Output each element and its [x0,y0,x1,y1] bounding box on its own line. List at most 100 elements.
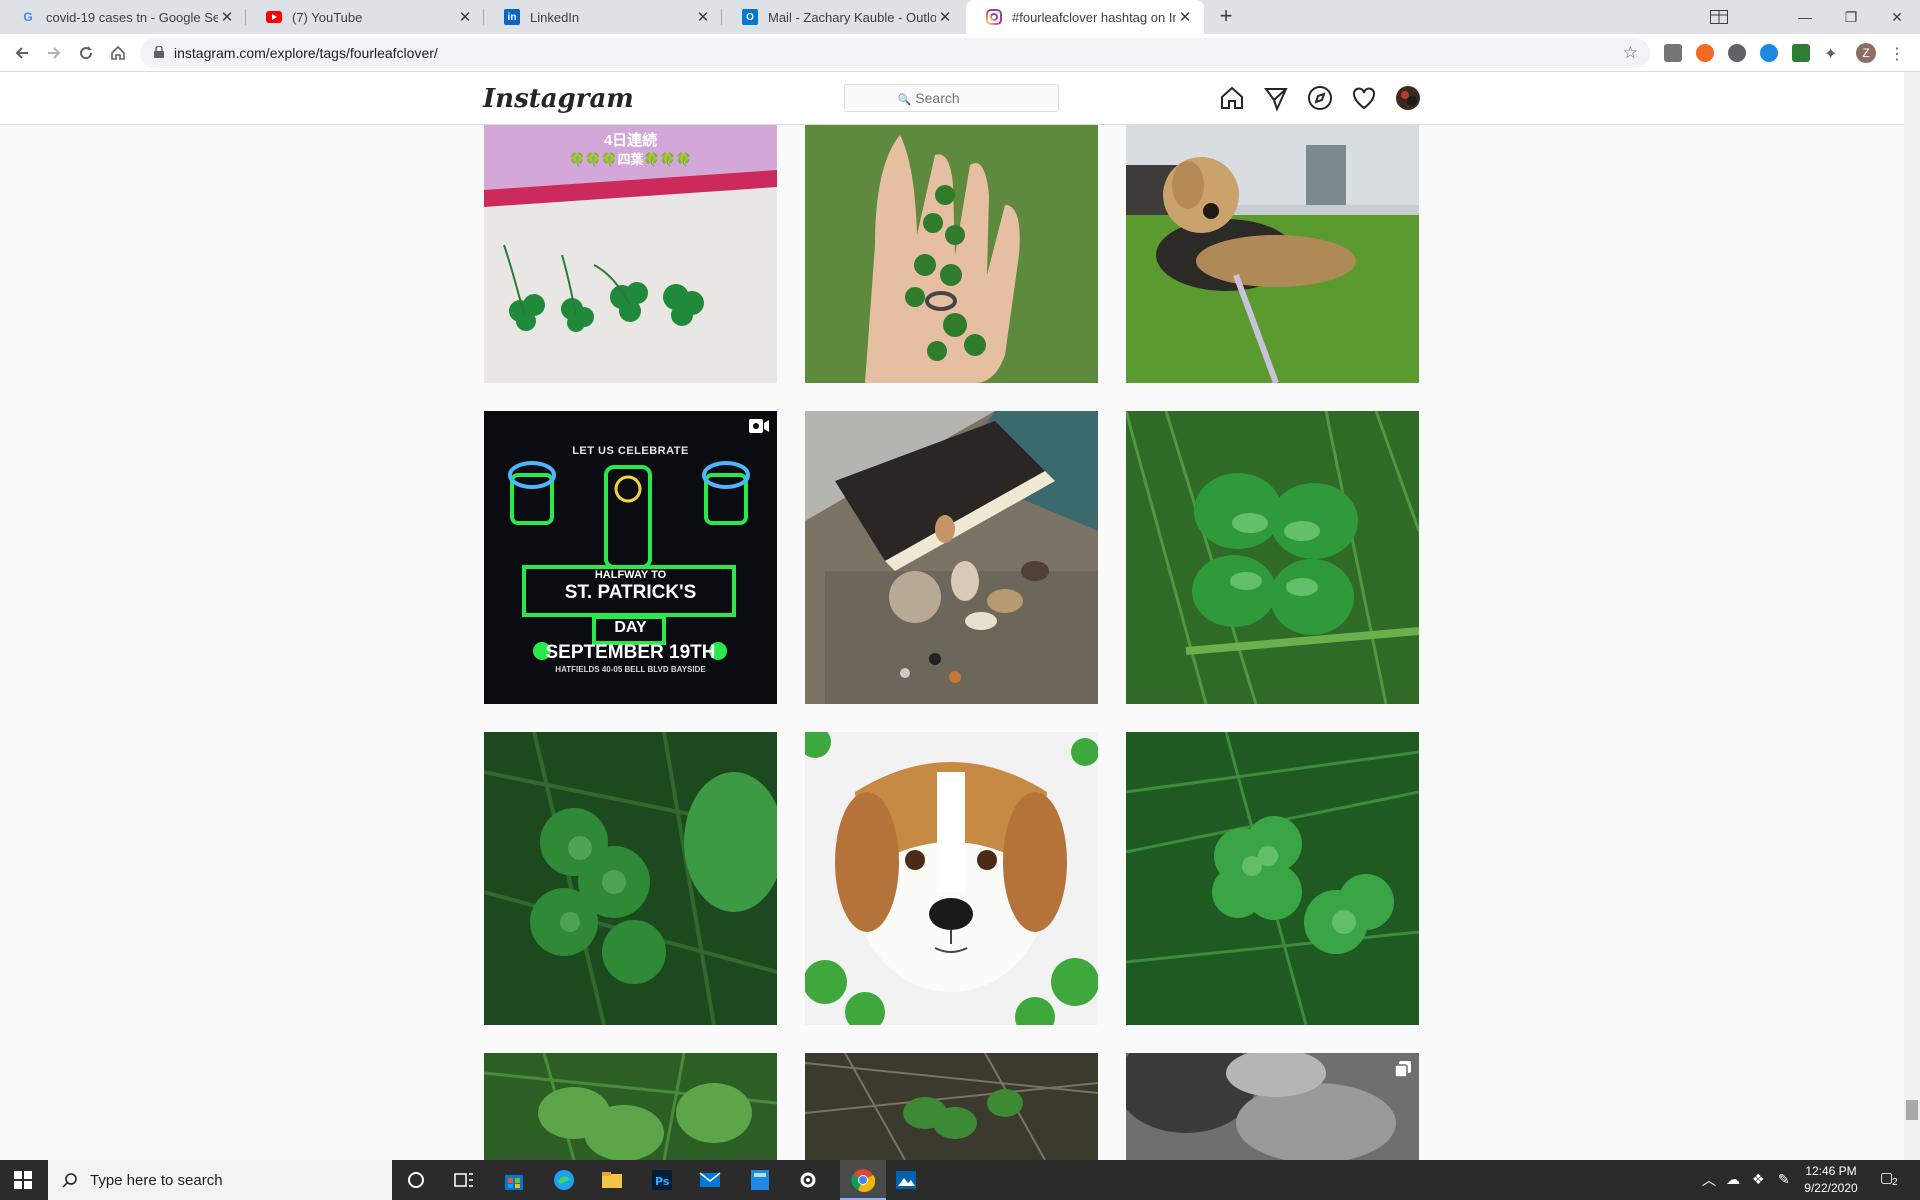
carousel-icon [1395,1061,1411,1077]
post-tile[interactable] [1126,411,1419,704]
calculator-app-icon[interactable] [748,1168,772,1192]
close-window-button[interactable]: ✕ [1874,0,1920,34]
new-tab-button[interactable]: + [1212,2,1240,30]
tab-title: covid-19 cases tn - Google Search [46,9,218,25]
post-tile[interactable]: 4日連続 🍀🍀🍀四葉🍀🍀🍀 [484,125,777,383]
post-image [1126,411,1419,704]
post-tile[interactable] [1126,1053,1419,1160]
task-view-icon[interactable] [452,1168,476,1192]
menu-kebab-icon[interactable]: ⋮ [1888,44,1906,63]
page-scrollbar[interactable] [1904,72,1920,1160]
post-tile[interactable] [805,732,1098,1025]
file-explorer-icon[interactable] [600,1168,624,1192]
search-icon [62,1173,77,1188]
chevron-up-icon[interactable]: ︿ [1702,1170,1716,1190]
bookmark-star-icon[interactable]: ☆ [1623,43,1638,63]
post-overlay-text: 🍀🍀🍀四葉🍀🍀🍀 [568,152,693,167]
windows-start-icon[interactable] [14,1171,32,1189]
edge-icon[interactable] [552,1168,576,1192]
close-icon[interactable]: ✕ [218,8,236,26]
poster-text: HATFIELDS 40-05 BELL BLVD BAYSIDE [555,665,706,674]
reload-button[interactable] [72,39,100,67]
instagram-header: Instagram 🔍 [0,72,1904,125]
forward-button[interactable] [40,39,68,67]
profile-avatar[interactable] [1394,84,1422,112]
windows-taskbar: Type here to search Ps ︿ ☁ ❖ ✎ 12:46 PM … [0,1160,1920,1200]
extensions-puzzle-icon[interactable]: ✦ [1824,44,1842,63]
extension-blue-icon[interactable] [1760,44,1778,62]
post-image [805,1053,1098,1160]
onedrive-cloud-icon[interactable]: ☁ [1726,1171,1740,1188]
extension-circle-icon[interactable] [1728,44,1746,62]
notification-center-icon[interactable]: ▢ 2 [1880,1169,1902,1191]
svg-text:Ps: Ps [655,1175,670,1188]
poster-text: LET US CELEBRATE [572,445,689,457]
scrollbar-thumb[interactable] [1906,1100,1918,1120]
post-tile[interactable] [805,1053,1098,1160]
close-icon[interactable]: ✕ [936,8,954,26]
chrome-icon [851,1169,875,1192]
extension-g-icon[interactable] [1664,44,1682,62]
post-tile[interactable] [1126,732,1419,1025]
post-image [484,732,777,1025]
post-image [805,411,1098,704]
post-tile[interactable] [484,732,777,1025]
tab-google-search[interactable]: G covid-19 cases tn - Google Search ✕ [0,0,246,34]
close-icon[interactable]: ✕ [456,8,474,26]
video-icon [749,419,769,433]
youtube-icon [266,9,282,25]
tab-linkedin[interactable]: in LinkedIn ✕ [484,0,722,34]
chrome-taskbar-button[interactable] [840,1160,886,1200]
poster-text: HALFWAY TO [594,569,667,581]
tab-instagram[interactable]: #fourleafclover hashtag on Instagram ✕ [966,0,1204,34]
address-bar[interactable]: instagram.com/explore/tags/fourleafclove… [140,38,1650,68]
post-image [805,125,1098,383]
instagram-logo[interactable]: Instagram [483,84,634,114]
poster-text: SEPTEMBER 19TH [545,642,716,663]
instagram-search[interactable]: 🔍 [844,84,1059,112]
taskbar-search-box[interactable]: Type here to search [48,1160,392,1200]
profile-avatar-button[interactable]: Z [1856,43,1876,63]
post-image [805,732,1098,1025]
explore-icon[interactable] [1306,84,1334,112]
tab-outlook[interactable]: O Mail - Zachary Kauble - Outlook ✕ [722,0,964,34]
post-tile[interactable]: LET US CELEBRATE HALFWAY TO ST. PATRICK'… [484,411,777,704]
activity-heart-icon[interactable] [1350,84,1378,112]
post-image [1126,125,1419,383]
post-overlay-text: 4日連続 [603,132,658,149]
post-tile[interactable] [484,1053,777,1160]
post-tile[interactable] [805,125,1098,383]
close-icon[interactable]: ✕ [1176,8,1194,26]
photos-app-icon[interactable] [894,1168,918,1192]
home-icon[interactable] [1218,84,1246,112]
dropbox-icon[interactable]: ❖ [1752,1171,1765,1188]
post-image [1126,732,1419,1025]
clock-time: 12:46 PM [1805,1164,1857,1178]
settings-gear-icon[interactable] [796,1168,820,1192]
post-image [484,1053,777,1160]
google-icon: G [23,10,33,24]
back-button[interactable] [8,39,36,67]
tab-search-icon[interactable] [1696,0,1742,34]
tab-youtube[interactable]: (7) YouTube ✕ [246,0,484,34]
post-tile[interactable] [805,411,1098,704]
tab-title: LinkedIn [530,9,580,25]
extension-orange-icon[interactable] [1696,44,1714,62]
photoshop-icon[interactable]: Ps [650,1168,674,1192]
direct-icon[interactable] [1262,84,1290,112]
clock-date: 9/22/2020 [1804,1181,1858,1195]
lock-icon [154,46,164,58]
restore-button[interactable]: ❐ [1828,0,1874,34]
outlook-icon: O [742,9,758,25]
store-icon[interactable] [502,1168,526,1192]
minimize-button[interactable]: — [1782,0,1828,34]
post-tile[interactable] [1126,125,1419,383]
taskbar-clock[interactable]: 12:46 PM 9/22/2020 [1788,1163,1874,1197]
search-input[interactable] [915,90,1006,106]
mail-icon[interactable] [698,1168,722,1192]
close-icon[interactable]: ✕ [694,8,712,26]
cortana-icon[interactable] [404,1168,428,1192]
post-image [1126,1053,1419,1160]
extension-green-icon[interactable] [1792,44,1810,62]
home-button[interactable] [104,39,132,67]
